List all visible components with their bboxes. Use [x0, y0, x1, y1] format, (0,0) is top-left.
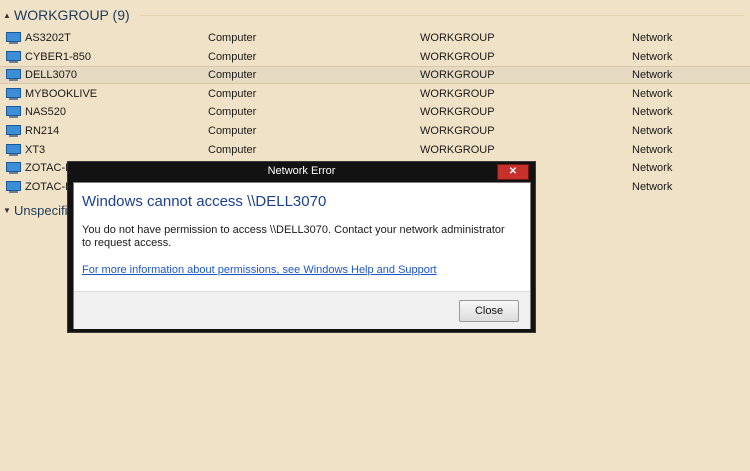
computer-icon [6, 144, 21, 156]
item-workgroup: WORKGROUP [420, 106, 495, 118]
computer-icon [6, 181, 21, 193]
item-name: RN214 [25, 125, 60, 137]
computer-icon [6, 125, 21, 137]
item-workgroup: WORKGROUP [420, 32, 495, 44]
chevron-down-icon[interactable]: ▼ [0, 202, 14, 220]
item-name: DELL3070 [25, 69, 77, 81]
item-network: Network [632, 106, 673, 118]
computer-icon [6, 51, 21, 63]
list-item[interactable]: CYBER1-850 Computer WORKGROUP Network [0, 48, 750, 66]
item-name: AS3202T [25, 32, 71, 44]
chevron-up-icon[interactable]: ▲ [0, 11, 14, 20]
list-item[interactable]: RN214 Computer WORKGROUP Network [0, 122, 750, 140]
item-category: Computer [208, 88, 257, 100]
group-divider [139, 14, 744, 16]
dialog-title: Network Error [267, 165, 336, 177]
error-message: You do not have permission to access \\D… [82, 224, 505, 249]
item-category: Computer [208, 51, 257, 63]
item-network: Network [632, 125, 673, 137]
item-workgroup: WORKGROUP [420, 51, 495, 63]
item-name: CYBER1-850 [25, 51, 92, 63]
group-header-unspecified[interactable]: ▼ Unspecifi [0, 202, 67, 220]
computer-icon [6, 32, 21, 44]
item-network: Network [632, 181, 673, 193]
close-icon[interactable]: ✕ [497, 164, 529, 180]
item-category: Computer [208, 125, 257, 137]
network-error-dialog: Network Error ✕ Windows cannot access \\… [67, 161, 536, 333]
item-network: Network [632, 88, 673, 100]
dialog-footer: Close [74, 291, 530, 329]
computer-icon [6, 69, 21, 81]
item-workgroup: WORKGROUP [420, 125, 495, 137]
group-title: WORKGROUP (9) [14, 7, 130, 23]
item-name: ZOTAC-K [25, 181, 73, 193]
computer-icon [6, 162, 21, 174]
item-workgroup: WORKGROUP [420, 88, 495, 100]
error-heading: Windows cannot access \\DELL3070 [82, 193, 327, 210]
group-title-unspecified: Unspecifi [14, 203, 68, 218]
list-item[interactable]: XT3 Computer WORKGROUP Network [0, 141, 750, 159]
item-network: Network [632, 144, 673, 156]
item-name: ZOTAC-K [25, 162, 73, 174]
item-network: Network [632, 162, 673, 174]
item-name: MYBOOKLIVE [25, 88, 98, 100]
item-network: Network [632, 32, 673, 44]
list-item[interactable]: MYBOOKLIVE Computer WORKGROUP Network [0, 85, 750, 103]
list-item[interactable]: AS3202T Computer WORKGROUP Network [0, 29, 750, 47]
item-network: Network [632, 69, 673, 81]
item-category: Computer [208, 32, 257, 44]
computer-icon [6, 106, 21, 118]
item-name: NAS520 [25, 106, 66, 118]
item-workgroup: WORKGROUP [420, 144, 495, 156]
computer-icon [6, 88, 21, 100]
close-button[interactable]: Close [459, 300, 519, 322]
item-category: Computer [208, 144, 257, 156]
item-workgroup: WORKGROUP [420, 69, 495, 81]
group-header-workgroup[interactable]: ▲ WORKGROUP (9) [0, 4, 750, 26]
item-category: Computer [208, 106, 257, 118]
list-item[interactable]: NAS520 Computer WORKGROUP Network [0, 103, 750, 121]
dialog-body: Windows cannot access \\DELL3070 You do … [73, 182, 531, 329]
list-item[interactable]: DELL3070 Computer WORKGROUP Network [0, 66, 750, 84]
help-link[interactable]: For more information about permissions, … [82, 264, 437, 276]
item-name: XT3 [25, 144, 46, 156]
item-network: Network [632, 51, 673, 63]
item-category: Computer [208, 69, 257, 81]
